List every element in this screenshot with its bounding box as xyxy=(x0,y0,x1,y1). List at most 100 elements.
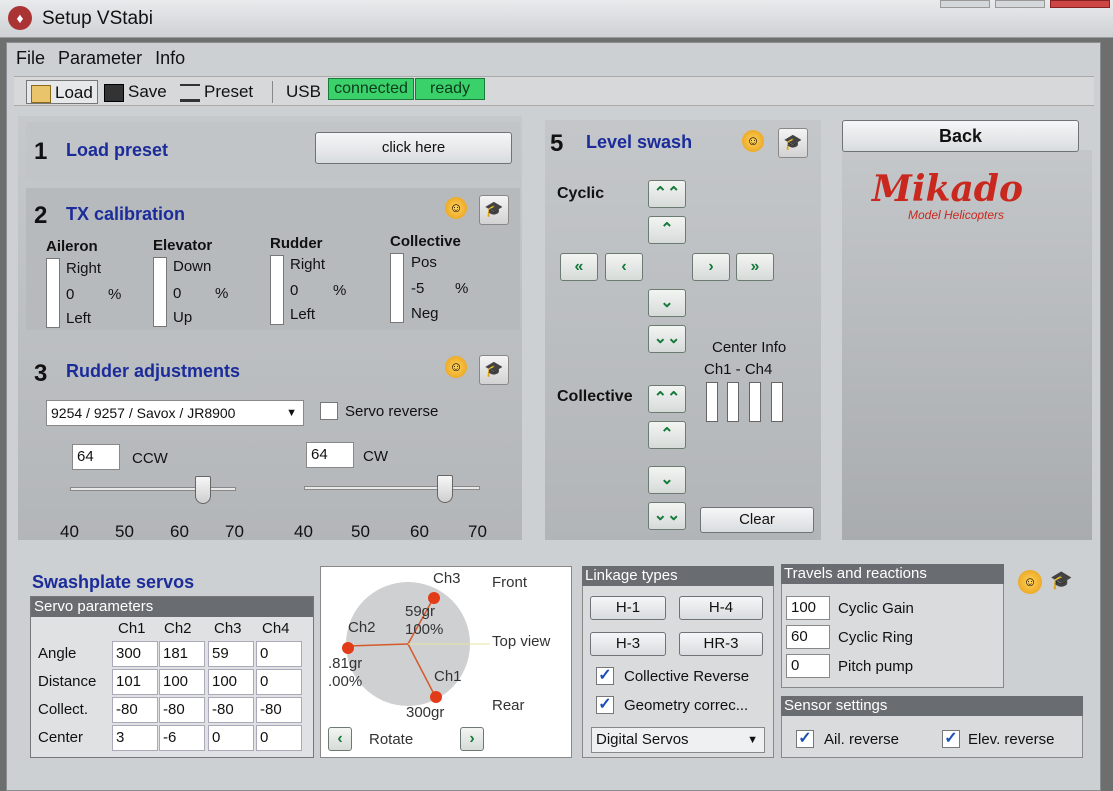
table-cell[interactable]: 0 xyxy=(208,725,254,751)
cw-label: CW xyxy=(363,448,388,465)
collective-reverse-checkbox[interactable]: ✓ xyxy=(596,667,614,685)
cyclic-down-fast-button[interactable]: ⌄⌄ xyxy=(648,325,686,353)
table-cell[interactable]: -80 xyxy=(256,697,302,723)
maximize-button[interactable] xyxy=(995,0,1045,8)
linkage-h3-button[interactable]: H-3 xyxy=(590,632,666,656)
cyclic-up-fast-button[interactable]: ⌃⌃ xyxy=(648,180,686,208)
channel-bottom: Left xyxy=(290,306,316,323)
graduation-hat-icon[interactable]: 🎓 xyxy=(778,128,808,158)
preset-button[interactable]: Preset xyxy=(180,80,253,104)
table-cell[interactable]: -80 xyxy=(159,697,205,723)
menu-file[interactable]: File xyxy=(16,48,45,68)
collective-down-fast-button[interactable]: ⌄⌄ xyxy=(648,502,686,530)
smiley-icon[interactable]: ☺ xyxy=(445,197,467,219)
row-label: Collect. xyxy=(38,701,89,718)
channel-bottom: Neg xyxy=(411,305,439,322)
table-cell[interactable]: 59 xyxy=(208,641,254,667)
load-preset-button[interactable]: click here xyxy=(315,132,512,164)
linkage-h4-button[interactable]: H-4 xyxy=(679,596,763,620)
servo-type-dropdown[interactable]: Digital Servos ▼ xyxy=(591,727,765,753)
ch2-percent: .00% xyxy=(328,673,363,690)
section-title: Rudder adjustments xyxy=(66,361,241,381)
minimize-button[interactable] xyxy=(940,0,990,8)
usb-status-ready: ready xyxy=(415,78,485,100)
channel-value: 0 xyxy=(66,286,75,303)
ch1-label: Ch1 xyxy=(434,668,462,685)
smiley-icon[interactable]: ☺ xyxy=(742,130,764,152)
servo-reverse-label: Servo reverse xyxy=(345,403,439,420)
graduation-hat-icon[interactable]: 🎓 xyxy=(479,195,509,225)
geometry-correction-checkbox[interactable]: ✓ xyxy=(596,696,614,714)
menu-parameter[interactable]: Parameter xyxy=(58,48,142,68)
channel-unit: % xyxy=(455,280,469,297)
servo-type-select[interactable]: 9254 / 9257 / Savox / JR8900 ▼ xyxy=(46,400,304,426)
table-cell[interactable]: 0 xyxy=(256,725,302,751)
pitch-pump-input[interactable]: 0 xyxy=(786,654,830,678)
table-cell[interactable]: 300 xyxy=(112,641,158,667)
close-button[interactable] xyxy=(1050,0,1110,8)
channel-bottom: Left xyxy=(66,310,92,327)
servo-reverse-checkbox[interactable] xyxy=(320,402,338,420)
graduation-hat-icon[interactable]: 🎓 xyxy=(479,355,509,385)
table-cell[interactable]: -6 xyxy=(159,725,205,751)
table-cell[interactable]: -80 xyxy=(208,697,254,723)
clear-button[interactable]: Clear xyxy=(700,507,814,533)
ail-reverse-checkbox[interactable]: ✓ xyxy=(796,730,814,748)
center-bar-ch4 xyxy=(771,382,783,422)
smiley-icon[interactable]: ☺ xyxy=(445,356,467,378)
rotate-right-button[interactable]: › xyxy=(460,727,484,751)
collective-down-button[interactable]: ⌄ xyxy=(648,466,686,494)
table-cell[interactable]: 100 xyxy=(208,669,254,695)
channel-top: Right xyxy=(66,260,102,277)
table-cell[interactable]: 0 xyxy=(256,669,302,695)
ccw-value-input[interactable]: 64 xyxy=(72,444,120,470)
center-bar-ch2 xyxy=(727,382,739,422)
cyclic-left-fast-button[interactable]: « xyxy=(560,253,598,281)
rear-label: Rear xyxy=(492,697,525,714)
tick-label: 50 xyxy=(115,522,134,541)
ccw-slider-thumb[interactable] xyxy=(194,476,211,504)
table-cell[interactable]: 0 xyxy=(256,641,302,667)
section-title: Level swash xyxy=(586,132,693,152)
servo-params-header: Servo parameters xyxy=(31,597,313,617)
tick-label: 40 xyxy=(294,522,313,541)
back-button[interactable]: Back xyxy=(842,120,1079,152)
channel-value: 0 xyxy=(173,285,182,302)
front-label: Front xyxy=(492,574,528,591)
cw-slider-thumb[interactable] xyxy=(436,475,453,503)
save-button[interactable]: Save xyxy=(104,80,167,104)
elev-reverse-checkbox[interactable]: ✓ xyxy=(942,730,960,748)
channel-name: Aileron xyxy=(46,238,98,255)
graduation-hat-icon[interactable]: 🎓 xyxy=(1050,570,1072,591)
cyclic-up-button[interactable]: ⌃ xyxy=(648,216,686,244)
linkage-hr3-button[interactable]: HR-3 xyxy=(679,632,763,656)
cw-value-input[interactable]: 64 xyxy=(306,442,354,468)
tick-label: 60 xyxy=(170,522,189,541)
collective-up-button[interactable]: ⌃ xyxy=(648,421,686,449)
collective-up-fast-button[interactable]: ⌃⌃ xyxy=(648,385,686,413)
cyclic-right-fast-button[interactable]: » xyxy=(736,253,774,281)
cyclic-down-button[interactable]: ⌄ xyxy=(648,289,686,317)
cyclic-right-button[interactable]: › xyxy=(692,253,730,281)
cyclic-gain-input[interactable]: 100 xyxy=(786,596,830,620)
table-cell[interactable]: 3 xyxy=(112,725,158,751)
center-bar-ch1 xyxy=(706,382,718,422)
channel-name: Collective xyxy=(390,233,461,250)
smiley-icon[interactable]: ☺ xyxy=(1018,570,1042,594)
cyclic-left-button[interactable]: ‹ xyxy=(605,253,643,281)
center-info-channels: Ch1 - Ch4 xyxy=(704,361,773,378)
table-cell[interactable]: -80 xyxy=(112,697,158,723)
load-button[interactable]: Load xyxy=(26,80,98,104)
channel-bar xyxy=(270,255,284,325)
tick-label: 50 xyxy=(351,522,370,541)
ccw-slider-track[interactable] xyxy=(70,487,236,491)
table-cell[interactable]: 181 xyxy=(159,641,205,667)
linkage-h1-button[interactable]: H-1 xyxy=(590,596,666,620)
table-cell[interactable]: 100 xyxy=(159,669,205,695)
table-cell[interactable]: 101 xyxy=(112,669,158,695)
row-label: Angle xyxy=(38,645,77,662)
rotate-left-button[interactable]: ‹ xyxy=(328,727,352,751)
cyclic-ring-input[interactable]: 60 xyxy=(786,625,830,649)
menu-info[interactable]: Info xyxy=(155,48,185,68)
cw-slider-track[interactable] xyxy=(304,486,480,490)
